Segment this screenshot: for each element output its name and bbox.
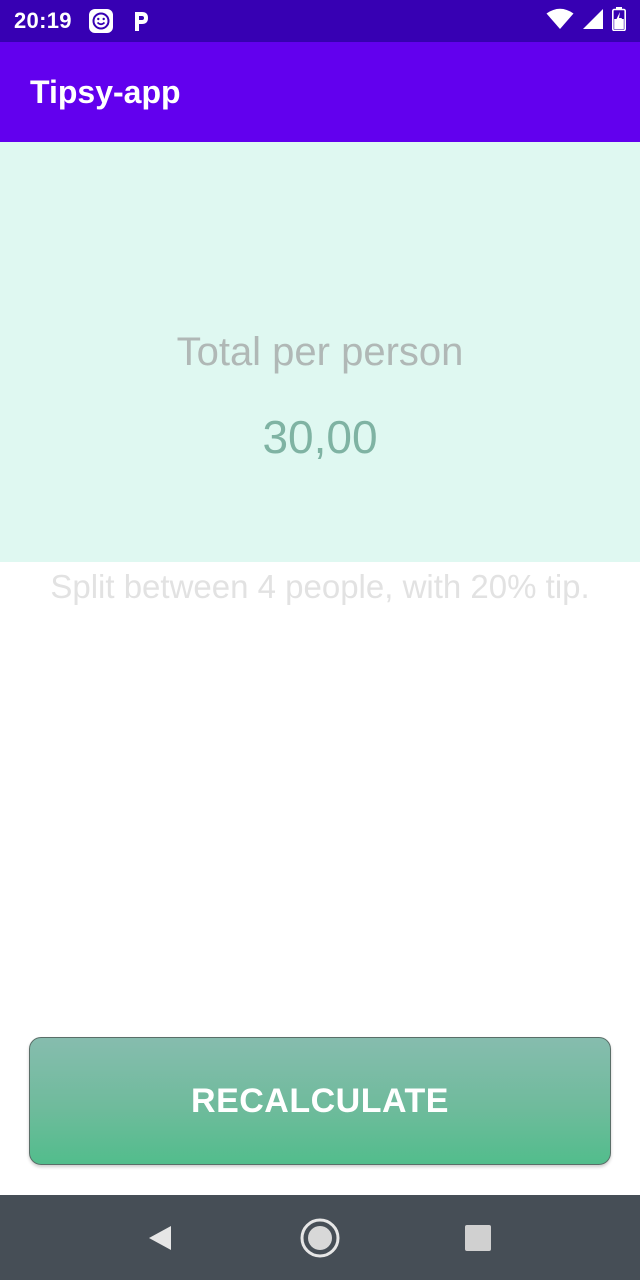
app-title: Tipsy-app [30,73,181,110]
recalculate-button[interactable]: RECALCULATE [29,1037,611,1165]
system-status-icons [546,6,626,36]
navigation-bar [0,1195,640,1280]
app-bar: Tipsy-app [0,42,640,142]
smiley-app-icon [88,8,114,34]
total-per-person-label: Total per person [176,330,464,374]
parking-app-icon [128,8,154,34]
total-per-person-value: 30,00 [262,411,378,463]
cellular-signal-icon [582,8,604,35]
recents-icon[interactable] [438,1195,518,1280]
notification-icons [88,8,154,34]
home-icon[interactable] [280,1195,360,1280]
battery-charging-icon [612,6,626,36]
back-icon[interactable] [120,1195,200,1280]
status-time: 20:19 [14,8,72,33]
split-info-text: Split between 4 people, with 20% tip. [50,568,590,605]
wifi-icon [546,8,574,35]
status-bar: 20:19 [0,0,640,42]
